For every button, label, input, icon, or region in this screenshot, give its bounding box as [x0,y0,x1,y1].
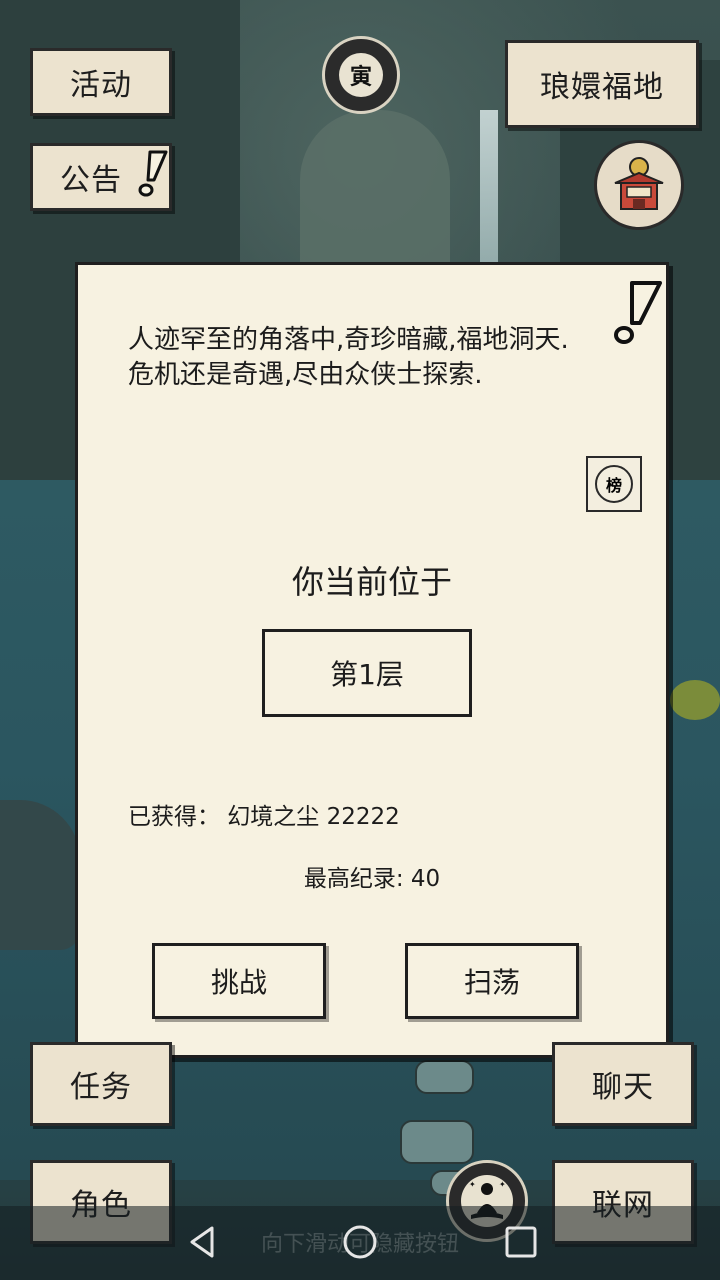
challenge-button[interactable]: 挑战 [152,943,326,1019]
recents-icon[interactable] [503,1224,539,1260]
back-icon[interactable] [184,1224,220,1260]
dialog-alert-icon [614,281,662,344]
svg-text:✦: ✦ [499,1180,506,1189]
stepping-stone [415,1060,474,1094]
task-button[interactable]: 任务 [30,1042,172,1126]
dialog-description: 人迹罕至的角落中,奇珍暗藏,福地洞天.危机还是奇遇,尽由众侠士探索. [128,325,569,390]
shop-icon[interactable] [594,140,684,230]
sweep-button[interactable]: 扫荡 [405,943,579,1019]
zodiac-glyph: 寅 [339,53,383,97]
notice-alert-icon [138,150,168,197]
activity-button[interactable]: 活动 [30,48,172,116]
waterfall [480,110,498,270]
floor-indicator: 第1层 [262,629,472,717]
shop-building-icon [614,157,664,210]
home-icon[interactable] [342,1224,378,1260]
leaderboard-glyph: 榜 [595,465,633,503]
location-button[interactable]: 琅嬛福地 [505,40,699,128]
system-nav-bar: 向下滑动可隐藏按钮 [0,1206,720,1280]
stepping-stone [400,1120,474,1164]
svg-text:✦: ✦ [469,1180,476,1189]
notice-label: 公告 [60,163,122,198]
leaderboard-button[interactable]: 榜 [586,456,642,512]
current-position-label: 你当前位于 [291,563,452,601]
chat-button[interactable]: 聊天 [552,1042,694,1126]
zodiac-moon-icon[interactable]: 寅 [322,36,400,114]
lily-pad [670,680,720,720]
obtained-reward: 已获得： 幻境之尘 22222 [128,804,400,830]
secret-realm-dialog: 人迹罕至的角落中,奇珍暗藏,福地洞天.危机还是奇遇,尽由众侠士探索. 榜 你当前… [75,262,669,1058]
best-record: 最高纪录: 40 [303,866,441,892]
